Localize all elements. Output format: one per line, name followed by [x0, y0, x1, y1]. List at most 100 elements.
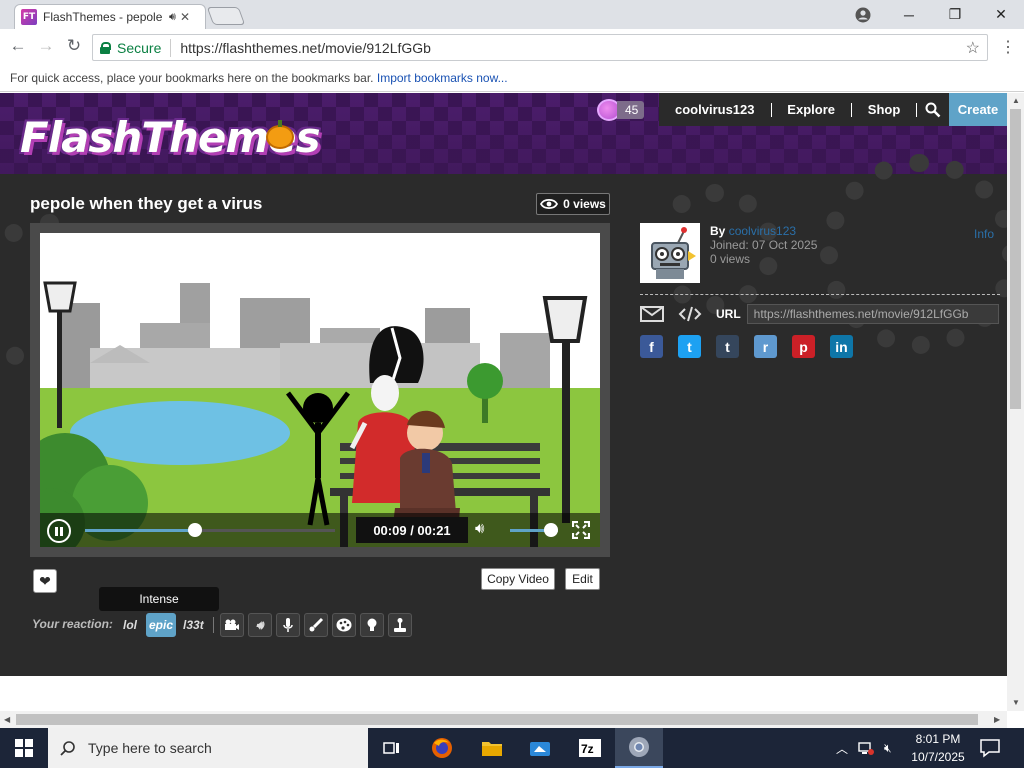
notifications-icon[interactable] [978, 736, 1002, 760]
share-url-field[interactable]: https://flashthemes.net/movie/912LfGGb [746, 304, 999, 324]
volume-muted-icon[interactable]: 🔇︎ [884, 741, 892, 756]
search-icon[interactable] [917, 93, 949, 126]
reload-button[interactable]: ↻ [64, 36, 84, 56]
clock-date: 10/7/2025 [911, 750, 965, 764]
url-text[interactable]: https://flashthemes.net/movie/912LfGGb [180, 40, 431, 56]
reddit-icon[interactable]: r [754, 335, 777, 358]
edit-button[interactable]: Edit [565, 568, 600, 590]
browser-menu-icon[interactable]: ⋮ [1000, 37, 1016, 57]
pause-button[interactable] [47, 519, 71, 543]
player-controls: 00:09 / 00:21 🔊︎ [40, 513, 600, 547]
email-icon[interactable] [640, 305, 664, 323]
seek-progress [85, 529, 195, 532]
reaction-bar: lol epic l33t 🔊︎ [118, 613, 416, 637]
network-icon[interactable] [858, 741, 875, 755]
scroll-right-icon[interactable]: ▶ [994, 715, 1000, 724]
chrome-icon[interactable] [615, 728, 663, 768]
reaction-tooltip: Intense [99, 587, 219, 611]
horizontal-scroll-thumb[interactable] [16, 714, 978, 725]
task-view-icon[interactable] [368, 728, 416, 768]
paint-icon[interactable] [516, 728, 564, 768]
palette-icon[interactable] [331, 613, 356, 637]
nav-username[interactable]: coolvirus123 [659, 102, 771, 117]
new-tab-button[interactable] [206, 7, 246, 25]
microphone-icon[interactable] [275, 613, 300, 637]
views-badge: 0 views [536, 193, 610, 215]
import-bookmarks-link[interactable]: Import bookmarks now... [377, 71, 508, 85]
profile-icon[interactable] [840, 0, 886, 29]
facebook-icon[interactable]: f [640, 335, 663, 358]
uploader-avatar[interactable] [640, 223, 700, 283]
create-button[interactable]: Create [949, 93, 1007, 126]
taskbar-search[interactable]: Type here to search [48, 728, 368, 768]
scroll-up-icon[interactable]: ▲ [1012, 96, 1020, 105]
uploader-byline: By coolvirus123 [710, 224, 796, 238]
copy-video-button[interactable]: Copy Video [481, 568, 555, 590]
firefox-icon[interactable] [418, 728, 466, 768]
coin-count: 45 [617, 101, 645, 119]
nav-explore[interactable]: Explore [771, 102, 851, 117]
favorite-heart-icon[interactable]: ❤ [33, 569, 57, 593]
sound-icon[interactable]: 🔊︎ [247, 613, 272, 637]
close-window-button[interactable]: ✕ [978, 0, 1024, 29]
time-display: 00:09 / 00:21 [356, 517, 468, 543]
uploader-joined: Joined: 07 Oct 2025 [710, 238, 818, 252]
reaction-divider [212, 617, 214, 633]
vertical-scroll-thumb[interactable] [1010, 109, 1021, 409]
minimize-button[interactable]: ─ [886, 0, 932, 29]
windows-start-icon[interactable] [0, 728, 48, 768]
reaction-epic[interactable]: epic [146, 613, 177, 637]
lightbulb-icon[interactable] [359, 613, 384, 637]
close-tab-icon[interactable]: ✕ [180, 10, 190, 24]
file-explorer-icon[interactable] [468, 728, 516, 768]
share-row: URL https://flashthemes.net/movie/912LfG… [640, 304, 999, 324]
pumpkin-icon [266, 120, 294, 149]
by-label: By [710, 224, 726, 238]
pinterest-icon[interactable]: p [792, 335, 815, 358]
url-label: URL [716, 307, 741, 321]
speaker-icon[interactable]: 🔊︎ [169, 11, 176, 24]
browser-tab[interactable]: FT FlashThemes - pepole when they get a … [14, 4, 206, 29]
favicon-icon: FT [21, 9, 37, 25]
video-title: pepole when they get a virus [30, 194, 263, 213]
secure-label: Secure [117, 39, 162, 56]
social-share-row: f t t r p in [640, 335, 853, 358]
uploader-views: 0 views [710, 252, 751, 266]
scroll-down-icon[interactable]: ▼ [1012, 698, 1020, 707]
scroll-left-icon[interactable]: ◀ [4, 715, 10, 724]
reaction-l33t[interactable]: l33t [180, 613, 207, 637]
uploader-name-link[interactable]: coolvirus123 [729, 224, 796, 238]
coin-balance[interactable]: 45 [597, 99, 649, 121]
address-bar[interactable]: Secure https://flashthemes.net/movie/912… [92, 34, 988, 61]
video-scene [40, 233, 600, 547]
forward-button[interactable]: → [36, 36, 56, 56]
eye-icon [540, 198, 559, 210]
joystick-icon[interactable] [387, 613, 412, 637]
lock-icon [100, 41, 111, 54]
camera-icon[interactable] [219, 613, 244, 637]
restore-button[interactable]: ❐ [932, 0, 978, 29]
reaction-lol[interactable]: lol [118, 613, 142, 637]
bookmarks-message: For quick access, place your bookmarks h… [10, 71, 374, 85]
back-button[interactable]: ← [8, 36, 28, 56]
brush-icon[interactable] [303, 613, 328, 637]
video-player[interactable] [40, 233, 600, 547]
taskbar-clock[interactable]: 8:01 PM 10/7/2025 [904, 730, 972, 766]
svg-text:7z: 7z [581, 742, 594, 756]
info-link[interactable]: Info [974, 227, 994, 241]
tray-chevron-icon[interactable]: ︿ [836, 740, 848, 757]
bookmark-star-icon[interactable]: ☆ [966, 38, 980, 58]
fullscreen-icon[interactable] [572, 521, 590, 539]
volume-icon[interactable]: 🔊︎ [475, 520, 484, 537]
linkedin-icon[interactable]: in [830, 335, 853, 358]
nav-shop[interactable]: Shop [852, 102, 917, 117]
embed-code-icon[interactable] [678, 305, 702, 323]
tab-title: FlashThemes - pepole when they get a vir… [43, 10, 165, 24]
tumblr-icon[interactable]: t [716, 335, 739, 358]
twitter-icon[interactable]: t [678, 335, 701, 358]
web-page: FlashThemes 45 coolvirus123 Explore Shop… [0, 93, 1007, 711]
7zip-icon[interactable]: 7z [566, 728, 614, 768]
bookmarks-bar: For quick access, place your bookmarks h… [0, 65, 1024, 92]
seek-handle[interactable] [188, 523, 202, 537]
volume-handle[interactable] [544, 523, 558, 537]
